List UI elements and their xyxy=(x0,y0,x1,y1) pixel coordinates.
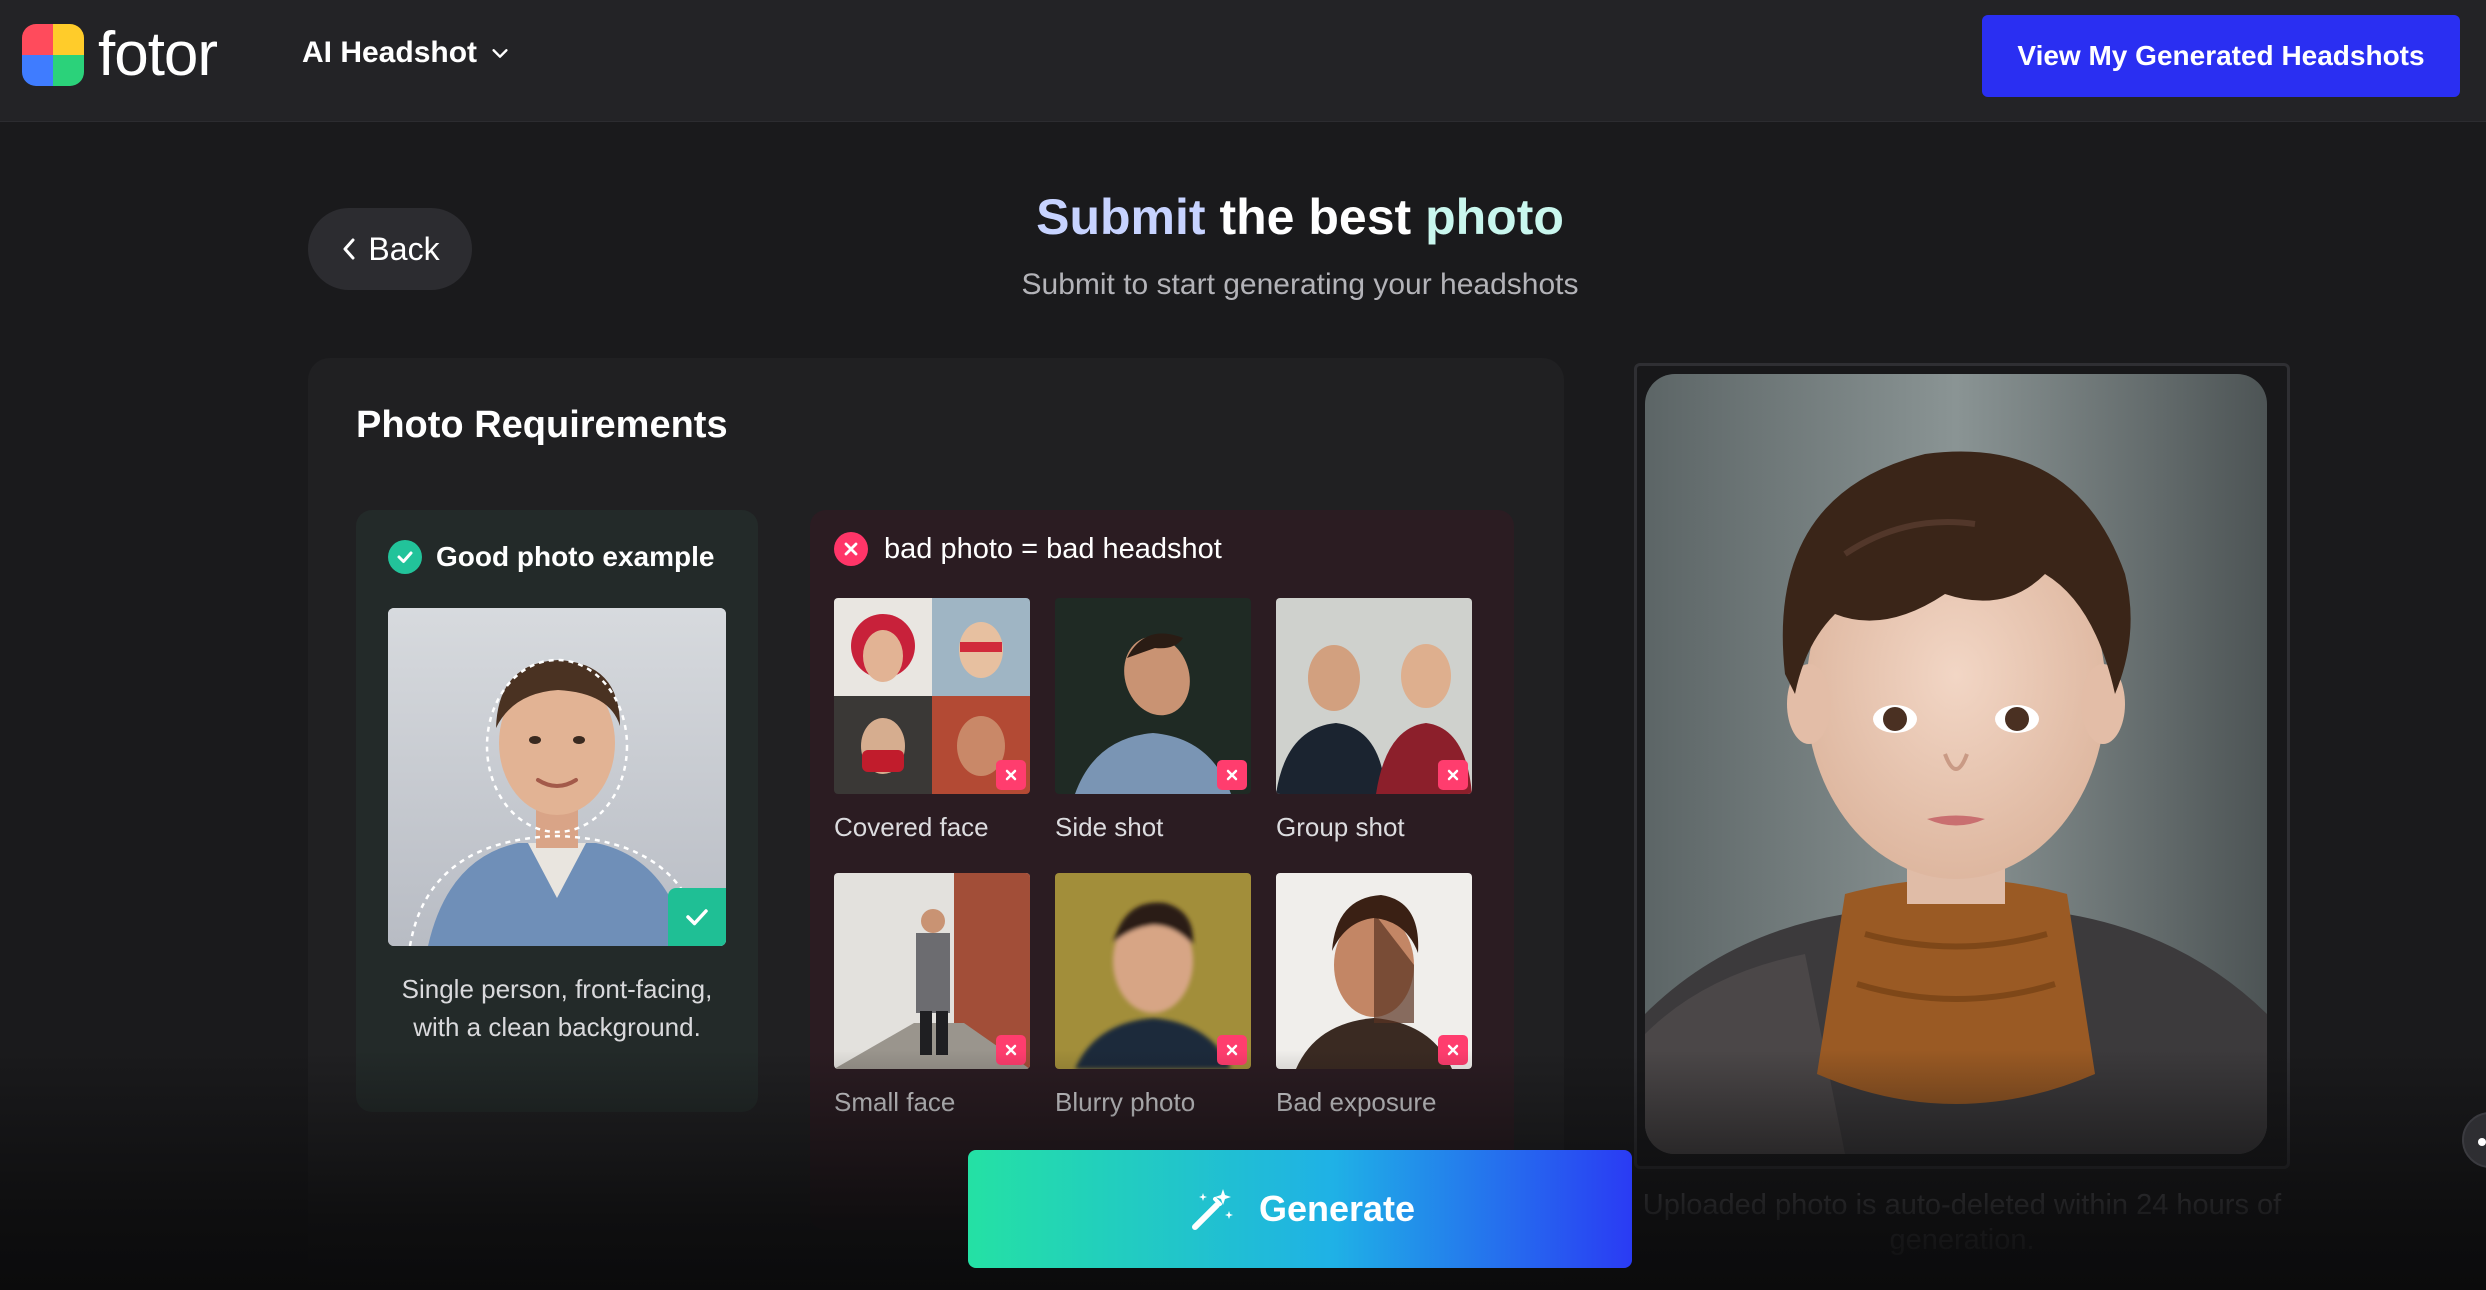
top-nav-bar: fotor AI Headshot View My Generated Head… xyxy=(0,0,2486,122)
bad-example-label: Bad exposure xyxy=(1276,1087,1437,1117)
product-menu-label: AI Headshot xyxy=(302,36,478,69)
x-circle-icon xyxy=(834,532,868,566)
good-photo-example-image xyxy=(388,608,726,946)
back-button[interactable]: Back xyxy=(308,208,472,290)
rejected-x-icon xyxy=(996,1035,1026,1065)
title-part-submit: Submit xyxy=(1036,189,1206,245)
rejected-x-icon xyxy=(1217,1035,1247,1065)
title-part-photo: photo xyxy=(1425,189,1564,245)
generate-button[interactable]: Generate xyxy=(968,1150,1632,1268)
upload-privacy-note: Uploaded photo is auto-deleted within 24… xyxy=(1642,1189,2282,1256)
bad-example-label: Group shot xyxy=(1276,812,1405,842)
good-photo-heading-text: Good photo example xyxy=(436,541,715,572)
bad-photo-heading: bad photo = bad headshot xyxy=(834,532,1222,566)
product-menu-dropdown[interactable]: AI Headshot xyxy=(302,36,511,70)
bad-example-label: Blurry photo xyxy=(1055,1087,1196,1117)
bad-example-side-shot: Side shot xyxy=(1055,598,1251,843)
view-generated-headshots-button[interactable]: View My Generated Headshots xyxy=(1982,15,2460,97)
page: fotor AI Headshot View My Generated Head… xyxy=(0,0,2486,1290)
check-circle-icon xyxy=(388,540,422,574)
good-photo-heading: Good photo example xyxy=(388,540,714,574)
fotor-logo[interactable]: fotor xyxy=(22,20,218,89)
chevron-left-icon xyxy=(343,238,355,260)
rejected-x-icon xyxy=(1217,760,1247,790)
approved-check-icon xyxy=(668,888,726,946)
generate-label: Generate xyxy=(1258,1188,1416,1229)
good-photo-description: Single person, front-facing, with a clea… xyxy=(401,974,713,1042)
bad-example-label: Covered face xyxy=(834,812,989,842)
back-label: Back xyxy=(368,230,440,267)
bad-example-bad-exposure: Bad exposure xyxy=(1276,873,1472,1118)
side-floating-button[interactable] xyxy=(2462,1112,2486,1168)
page-title: Submit the best photo xyxy=(700,188,1900,246)
bad-example-small-face: Small face xyxy=(834,873,1030,1118)
blurry-photo-thumbnail xyxy=(1055,873,1251,1069)
group-shot-thumbnail xyxy=(1276,598,1472,794)
rejected-x-icon xyxy=(1438,760,1468,790)
magic-wand-icon xyxy=(1191,1189,1233,1230)
bad-example-label: Side shot xyxy=(1055,812,1164,842)
uploaded-photo xyxy=(1645,374,2267,1154)
logo-text: fotor xyxy=(98,20,218,89)
bad-example-covered-face: Covered face xyxy=(834,598,1030,843)
bad-example-group-shot: Group shot xyxy=(1276,598,1472,843)
requirements-title: Photo Requirements xyxy=(356,404,728,446)
uploaded-photo-frame[interactable] xyxy=(1634,363,2290,1169)
title-part-the-best: the best xyxy=(1219,189,1412,245)
side-shot-thumbnail xyxy=(1055,598,1251,794)
rejected-x-icon xyxy=(996,760,1026,790)
small-face-thumbnail xyxy=(834,873,1030,1069)
page-subtitle: Submit to start generating your headshot… xyxy=(1021,268,1579,301)
bad-exposure-thumbnail xyxy=(1276,873,1472,1069)
bad-example-blurry-photo: Blurry photo xyxy=(1055,873,1251,1118)
covered-face-thumbnail xyxy=(834,598,1030,794)
bad-example-label: Small face xyxy=(834,1087,956,1117)
rejected-x-icon xyxy=(1438,1035,1468,1065)
bad-photo-heading-text: bad photo = bad headshot xyxy=(884,532,1222,565)
good-photo-card: Good photo example Single person, front-… xyxy=(356,510,758,1112)
chevron-down-icon xyxy=(492,49,508,58)
bad-photo-card: bad photo = bad headshot Covered face Si… xyxy=(810,510,1514,1230)
fotor-logo-icon xyxy=(22,24,84,86)
